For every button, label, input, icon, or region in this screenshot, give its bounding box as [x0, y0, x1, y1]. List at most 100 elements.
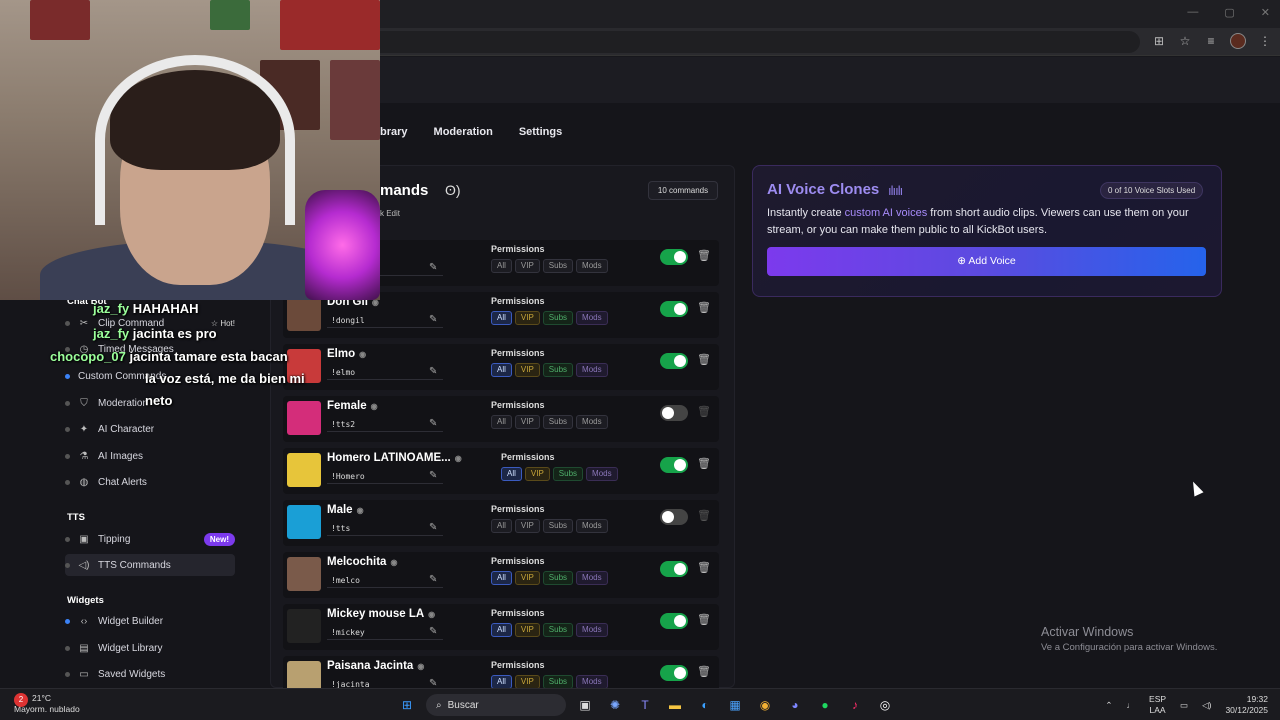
trash-icon[interactable]: 🗑︎: [697, 613, 711, 626]
trash-icon[interactable]: 🗑︎: [697, 249, 711, 262]
perm-vip-pill[interactable]: VIP: [514, 675, 540, 689]
close-icon[interactable]: ✕: [1261, 6, 1270, 19]
more-menu-icon[interactable]: ⋮: [1258, 34, 1272, 48]
perm-mods-pill[interactable]: Mods: [576, 675, 608, 689]
perm-all-pill[interactable]: All: [491, 415, 512, 429]
trash-icon[interactable]: 🗑︎: [697, 457, 711, 470]
sidebar-item-ai-images[interactable]: ⚗ AI Images: [65, 445, 235, 467]
perm-subs-pill[interactable]: Subs: [542, 363, 574, 377]
perm-subs-pill[interactable]: Subs: [542, 259, 574, 273]
pencil-icon[interactable]: ✎: [429, 262, 437, 273]
weather-widget[interactable]: 2 21°C Mayorm. nublado: [14, 693, 80, 715]
perm-all-pill[interactable]: All: [491, 623, 512, 637]
pencil-icon[interactable]: ✎: [429, 574, 437, 585]
perm-subs-pill[interactable]: Subs: [542, 675, 574, 689]
perm-subs-pill[interactable]: Subs: [542, 519, 574, 533]
windows-start-icon[interactable]: ⊞: [396, 694, 418, 716]
trash-icon[interactable]: 🗑︎: [697, 509, 711, 522]
perm-all-pill[interactable]: All: [491, 571, 512, 585]
perm-mods-pill[interactable]: Mods: [576, 259, 608, 273]
perm-mods-pill[interactable]: Mods: [576, 415, 608, 429]
sidebar-item-ai-character[interactable]: ✦ AI Character: [65, 418, 235, 440]
perm-all-pill[interactable]: All: [491, 259, 512, 273]
enable-toggle[interactable]: [660, 405, 688, 421]
tab-library[interactable]: brary: [380, 126, 408, 138]
sidebar-item-widget-builder[interactable]: ‹› Widget Builder: [65, 610, 235, 632]
enable-toggle[interactable]: [660, 509, 688, 525]
microphone-icon[interactable]: ♩: [1127, 700, 1136, 710]
command-trigger-field[interactable]: !tts: [327, 522, 443, 536]
perm-subs-pill[interactable]: Subs: [542, 311, 574, 325]
pencil-icon[interactable]: ✎: [429, 626, 437, 637]
perm-subs-pill[interactable]: Subs: [542, 623, 574, 637]
enable-toggle[interactable]: [660, 613, 688, 629]
edge-icon[interactable]: ◐: [694, 694, 716, 716]
perm-all-pill[interactable]: All: [501, 467, 522, 481]
perm-all-pill[interactable]: All: [491, 363, 512, 377]
perm-vip-pill[interactable]: VIP: [514, 363, 540, 377]
profile-avatar[interactable]: [1230, 33, 1246, 49]
copilot-icon[interactable]: ✺: [604, 694, 626, 716]
command-trigger-field[interactable]: !tts2: [327, 418, 443, 432]
enable-toggle[interactable]: [660, 301, 688, 317]
perm-vip-pill[interactable]: VIP: [514, 311, 540, 325]
perm-mods-pill[interactable]: Mods: [576, 519, 608, 533]
trash-icon[interactable]: 🗑︎: [697, 665, 711, 678]
perm-vip-pill[interactable]: VIP: [514, 519, 540, 533]
perm-vip-pill[interactable]: VIP: [524, 467, 550, 481]
perm-vip-pill[interactable]: VIP: [514, 415, 540, 429]
tiktok-icon[interactable]: ♪: [844, 694, 866, 716]
trash-icon[interactable]: 🗑︎: [697, 561, 711, 574]
chrome-icon[interactable]: ◉: [754, 694, 776, 716]
spotify-icon[interactable]: ●: [814, 694, 836, 716]
pencil-icon[interactable]: ✎: [429, 470, 437, 481]
perm-mods-pill[interactable]: Mods: [576, 363, 608, 377]
chevron-up-icon[interactable]: ⌃: [1105, 700, 1112, 711]
perm-vip-pill[interactable]: VIP: [514, 259, 540, 273]
trash-icon[interactable]: 🗑︎: [697, 405, 711, 418]
perm-mods-pill[interactable]: Mods: [576, 571, 608, 585]
volume-icon[interactable]: ◁): [1202, 700, 1211, 711]
pencil-icon[interactable]: ✎: [429, 418, 437, 429]
perm-all-pill[interactable]: All: [491, 311, 512, 325]
command-trigger-field[interactable]: !mickey: [327, 626, 443, 640]
sidebar-item-chat-alerts[interactable]: ◍ Chat Alerts: [65, 471, 235, 493]
store-icon[interactable]: ▦: [724, 694, 746, 716]
perm-vip-pill[interactable]: VIP: [514, 571, 540, 585]
perm-mods-pill[interactable]: Mods: [576, 311, 608, 325]
teams-icon[interactable]: T: [634, 694, 656, 716]
network-icon[interactable]: ▭: [1180, 700, 1188, 711]
sidebar-item-tts-commands[interactable]: ◁) TTS Commands: [65, 554, 235, 576]
clock[interactable]: 19:32 30/12/2025: [1225, 694, 1268, 716]
enable-toggle[interactable]: [660, 561, 688, 577]
perm-subs-pill[interactable]: Subs: [542, 415, 574, 429]
sidebar-item-widget-library[interactable]: ▤ Widget Library: [65, 637, 235, 659]
sidebar-item-tipping[interactable]: ▣ Tipping New!: [65, 528, 235, 550]
add-voice-button[interactable]: ⊕ Add Voice: [767, 247, 1206, 276]
tab-moderation[interactable]: Moderation: [434, 126, 493, 138]
perm-subs-pill[interactable]: Subs: [542, 571, 574, 585]
perm-all-pill[interactable]: All: [491, 519, 512, 533]
obs-icon[interactable]: ◎: [874, 694, 896, 716]
perm-all-pill[interactable]: All: [491, 675, 512, 689]
trash-icon[interactable]: 🗑︎: [697, 353, 711, 366]
minimize-icon[interactable]: —: [1187, 6, 1198, 19]
command-trigger-field[interactable]: !dongil: [327, 314, 443, 328]
perm-mods-pill[interactable]: Mods: [586, 467, 618, 481]
enable-toggle[interactable]: [660, 457, 688, 473]
command-trigger-field[interactable]: !Homero: [327, 470, 443, 484]
command-trigger-field[interactable]: !elmo: [327, 366, 443, 380]
perm-subs-pill[interactable]: Subs: [552, 467, 584, 481]
discord-icon[interactable]: ◕: [784, 694, 806, 716]
perm-vip-pill[interactable]: VIP: [514, 623, 540, 637]
maximize-icon[interactable]: ▢: [1224, 6, 1234, 19]
tab-settings[interactable]: Settings: [519, 126, 562, 138]
translate-icon[interactable]: ⊞: [1152, 34, 1166, 48]
command-trigger-field[interactable]: !melco: [327, 574, 443, 588]
trash-icon[interactable]: 🗑︎: [697, 301, 711, 314]
task-view-icon[interactable]: ▣: [574, 694, 596, 716]
language-indicator[interactable]: ESP LAA: [1149, 694, 1166, 716]
sidebar-item-saved-widgets[interactable]: ▭ Saved Widgets: [65, 663, 235, 685]
bookmark-star-icon[interactable]: ☆: [1178, 34, 1192, 48]
bulk-edit-button[interactable]: k Edit: [380, 209, 400, 218]
